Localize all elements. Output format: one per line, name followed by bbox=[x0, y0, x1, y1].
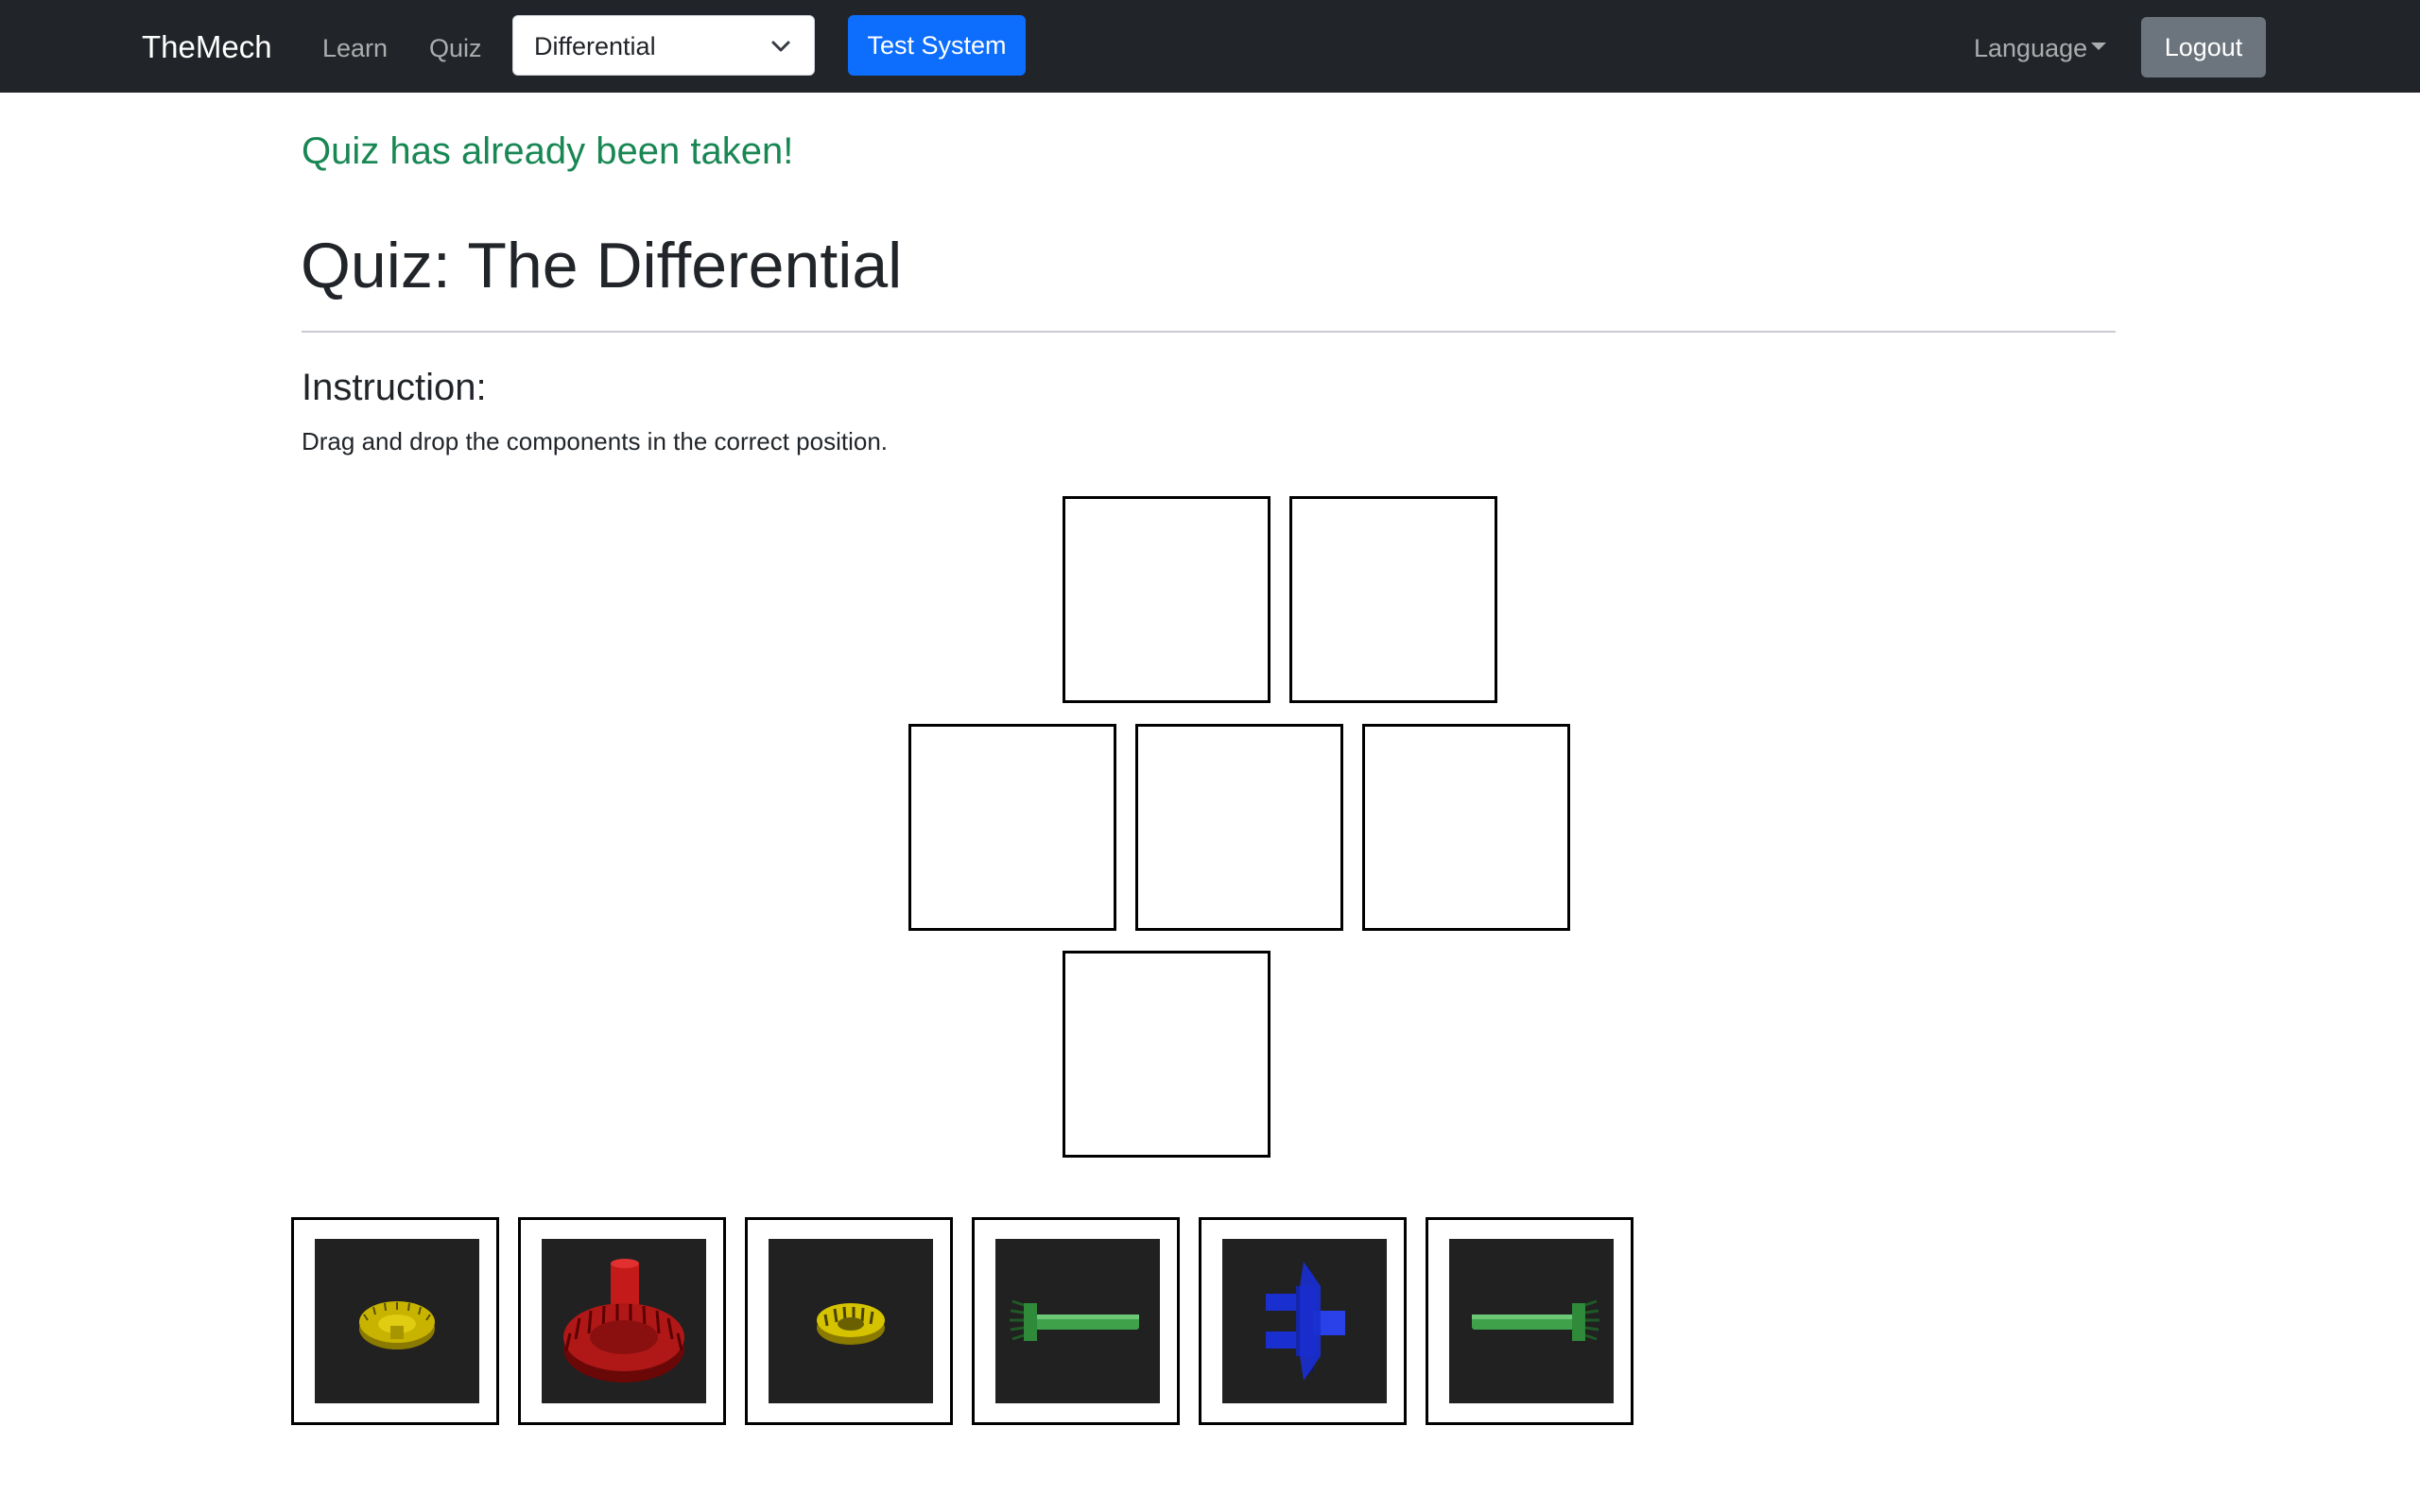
system-select-value: Differential bbox=[534, 32, 656, 60]
pinion-drive-shaft-icon bbox=[1266, 1262, 1345, 1381]
divider bbox=[302, 331, 2116, 333]
drop-slot[interactable] bbox=[1063, 951, 1270, 1158]
component-tile[interactable] bbox=[1199, 1217, 1407, 1425]
small-bevel-gear-icon bbox=[817, 1303, 885, 1345]
language-dropdown[interactable]: Language bbox=[1974, 32, 2107, 64]
component-tile[interactable] bbox=[518, 1217, 726, 1425]
component-tile[interactable] bbox=[745, 1217, 953, 1425]
component-image bbox=[1449, 1239, 1614, 1403]
axle-shaft-left-icon bbox=[1010, 1299, 1139, 1341]
instruction-text: Drag and drop the components in the corr… bbox=[302, 427, 889, 455]
component-image bbox=[995, 1239, 1160, 1403]
language-label: Language bbox=[1974, 34, 2088, 62]
ring-gear-icon bbox=[563, 1259, 684, 1383]
system-select[interactable]: Differential bbox=[512, 15, 815, 76]
component-tile[interactable] bbox=[972, 1217, 1180, 1425]
drop-slot[interactable] bbox=[1063, 496, 1270, 703]
chevron-down-icon bbox=[771, 41, 790, 52]
drop-slot[interactable] bbox=[908, 724, 1116, 931]
brand-logo[interactable]: TheMech bbox=[142, 28, 272, 66]
drop-slot[interactable] bbox=[1289, 496, 1497, 703]
status-message: Quiz has already been taken! bbox=[302, 130, 794, 172]
drop-slot[interactable] bbox=[1135, 724, 1343, 931]
component-image bbox=[769, 1239, 933, 1403]
nav-link-quiz[interactable]: Quiz bbox=[429, 32, 482, 64]
page-title: Quiz: The Differential bbox=[301, 230, 903, 301]
component-image bbox=[315, 1239, 479, 1403]
component-tile[interactable] bbox=[1426, 1217, 1634, 1425]
logout-button[interactable]: Logout bbox=[2141, 17, 2266, 77]
navbar: TheMech Learn Quiz Differential Test Sys… bbox=[0, 0, 2420, 93]
nav-link-learn[interactable]: Learn bbox=[322, 32, 388, 64]
axle-shaft-right-icon bbox=[1472, 1299, 1599, 1341]
component-image bbox=[1222, 1239, 1387, 1403]
component-tile[interactable] bbox=[291, 1217, 499, 1425]
test-system-button[interactable]: Test System bbox=[848, 15, 1026, 76]
drop-slot[interactable] bbox=[1362, 724, 1570, 931]
instruction-heading: Instruction: bbox=[302, 367, 487, 408]
component-image bbox=[542, 1239, 706, 1403]
caret-down-icon bbox=[2091, 42, 2107, 50]
small-bevel-gear-icon bbox=[359, 1301, 435, 1349]
